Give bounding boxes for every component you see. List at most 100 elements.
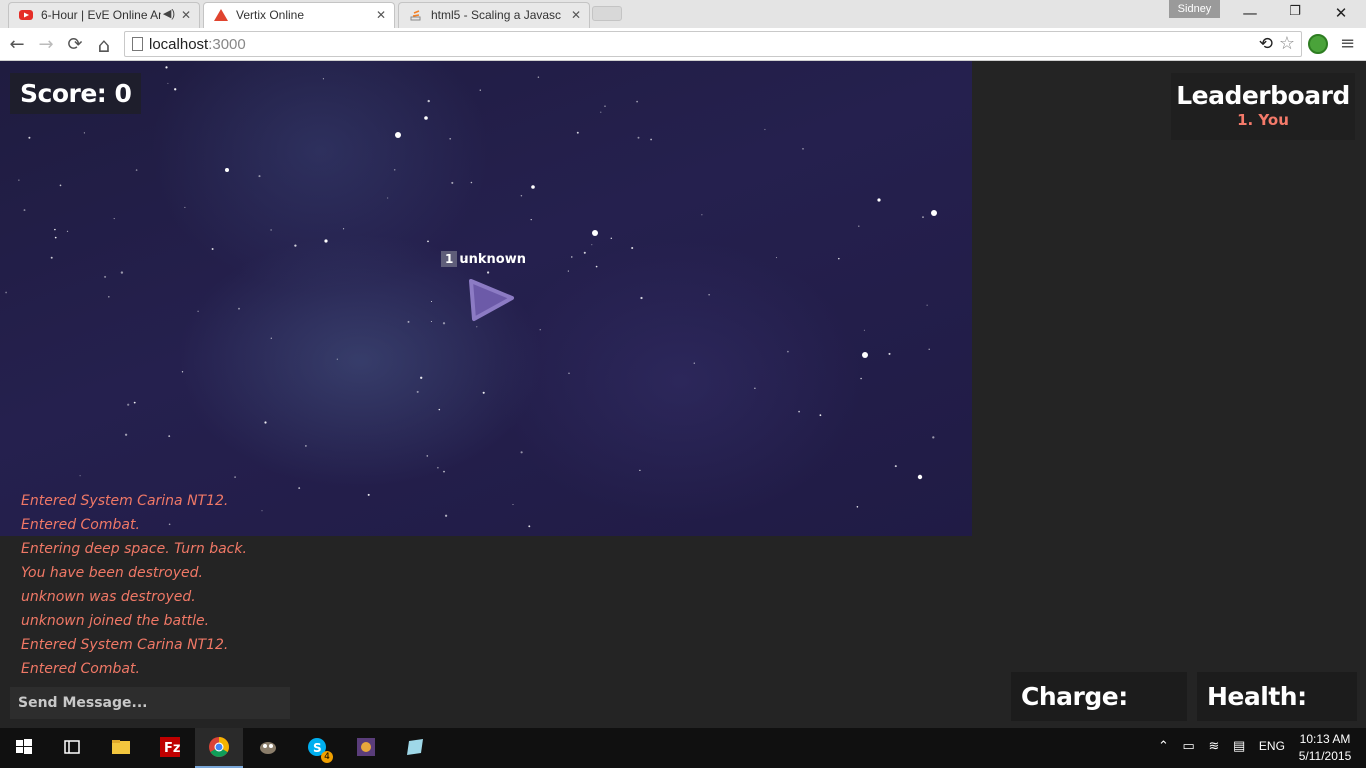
- star: [324, 239, 328, 243]
- task-view-button[interactable]: [48, 728, 96, 768]
- star: [482, 391, 485, 394]
- tab-youtube[interactable]: 6-Hour | EvE Online An ◀) ✕: [8, 2, 200, 28]
- bookmark-star-icon[interactable]: ☆: [1279, 33, 1295, 54]
- star: [438, 408, 441, 411]
- profile-button[interactable]: Sidney: [1169, 0, 1220, 18]
- star: [858, 225, 860, 227]
- star: [640, 296, 643, 300]
- taskbar-chrome[interactable]: [195, 728, 243, 768]
- game-viewport[interactable]: Score: 0 Leaderboard 1. You 1 unknown Ent…: [0, 61, 1366, 728]
- chevron-up-icon[interactable]: ⌃: [1158, 738, 1169, 754]
- star: [520, 451, 523, 454]
- star: [701, 214, 703, 216]
- star: [181, 371, 184, 373]
- home-icon[interactable]: ⌂: [92, 33, 116, 57]
- youtube-icon: [19, 10, 33, 20]
- star: [127, 403, 130, 406]
- refresh-extension-icon[interactable]: ⟲: [1259, 34, 1273, 54]
- audio-playing-icon[interactable]: ◀): [163, 7, 175, 20]
- clock-time: 10:13 AM: [1299, 732, 1351, 746]
- star: [444, 514, 448, 517]
- taskbar-clock[interactable]: 10:13 AM 5/11/2015: [1294, 731, 1356, 765]
- star: [420, 376, 423, 379]
- star: [443, 470, 445, 473]
- vertix-icon: [214, 9, 228, 21]
- star: [600, 111, 602, 113]
- star: [59, 184, 62, 187]
- star: [298, 487, 301, 490]
- player-ship-icon: [469, 279, 514, 321]
- taskbar-filezilla[interactable]: Fz: [146, 728, 194, 768]
- star: [863, 329, 865, 331]
- chat-input[interactable]: [10, 687, 290, 719]
- star: [512, 503, 514, 506]
- menu-icon[interactable]: ≡: [1340, 33, 1355, 54]
- star: [393, 169, 396, 171]
- forward-icon[interactable]: →: [34, 33, 58, 57]
- log-line: unknown joined the battle.: [21, 613, 210, 629]
- taskbar: Fz S 4 ⌃ ▭ ≋ ▤ ENG 10:13 AM 5/11/2015: [0, 728, 1366, 768]
- star: [167, 82, 169, 84]
- address-bar[interactable]: localhost:3000 ⟲ ☆: [124, 31, 1302, 57]
- taskbar-game-app[interactable]: [342, 728, 390, 768]
- tab-title: 6-Hour | EvE Online An: [41, 8, 161, 22]
- star: [877, 198, 881, 202]
- new-tab-button[interactable]: [592, 6, 622, 21]
- taskbar-file-explorer[interactable]: [97, 728, 145, 768]
- star: [798, 410, 800, 413]
- clock-date: 5/11/2015: [1298, 749, 1352, 763]
- start-button[interactable]: [0, 728, 48, 768]
- charge-display: Charge: 95%: [1011, 672, 1187, 721]
- star: [802, 148, 804, 150]
- star: [932, 436, 935, 439]
- star: [693, 362, 695, 364]
- star: [595, 265, 598, 268]
- star: [416, 390, 419, 393]
- taskbar-skype[interactable]: S 4: [293, 728, 341, 768]
- star: [591, 244, 593, 246]
- star: [79, 475, 81, 477]
- game-app-icon: [357, 738, 375, 756]
- star: [888, 352, 891, 355]
- language-indicator[interactable]: ENG: [1259, 739, 1285, 753]
- url-text[interactable]: localhost:3000: [149, 36, 246, 53]
- star: [592, 230, 598, 236]
- star: [470, 181, 473, 184]
- browser-toolbar: ← → ⟳ ⌂ localhost:3000 ⟲ ☆ ≡: [0, 28, 1366, 61]
- tab-vertix[interactable]: Vertix Online ✕: [203, 2, 395, 28]
- close-icon[interactable]: ✕: [181, 8, 191, 22]
- close-icon[interactable]: ✕: [571, 8, 581, 22]
- star: [124, 433, 128, 436]
- star: [530, 218, 532, 221]
- star: [270, 337, 272, 339]
- star: [343, 228, 345, 230]
- reload-icon[interactable]: ⟳: [63, 33, 87, 57]
- back-icon[interactable]: ←: [5, 33, 29, 57]
- chrome-icon: [209, 737, 229, 757]
- star: [66, 230, 69, 233]
- star: [113, 218, 115, 220]
- filezilla-icon: Fz: [160, 737, 180, 757]
- taskbar-gimp[interactable]: [244, 728, 292, 768]
- log-line: Entered System Carina NT12.: [21, 637, 229, 653]
- star: [23, 209, 26, 212]
- close-icon[interactable]: ✕: [376, 8, 386, 22]
- star: [395, 132, 401, 138]
- restore-icon[interactable]: ❐: [1280, 4, 1310, 19]
- close-window-icon[interactable]: ✕: [1326, 4, 1356, 22]
- taskbar-generic-app[interactable]: [391, 728, 439, 768]
- battery-icon[interactable]: ▭: [1183, 738, 1195, 754]
- star: [294, 244, 297, 247]
- star: [104, 275, 107, 278]
- tab-stackoverflow[interactable]: html5 - Scaling a Javascrip ✕: [398, 2, 590, 28]
- star: [926, 304, 928, 306]
- extension-icon[interactable]: [1308, 34, 1328, 54]
- windows-start-icon: [16, 739, 32, 754]
- star: [426, 455, 429, 457]
- notification-icon[interactable]: ▤: [1233, 738, 1245, 754]
- star: [407, 320, 410, 323]
- player-name: unknown: [459, 252, 526, 267]
- minimize-icon[interactable]: —: [1235, 4, 1265, 22]
- star: [437, 466, 439, 469]
- wifi-icon[interactable]: ≋: [1208, 738, 1219, 754]
